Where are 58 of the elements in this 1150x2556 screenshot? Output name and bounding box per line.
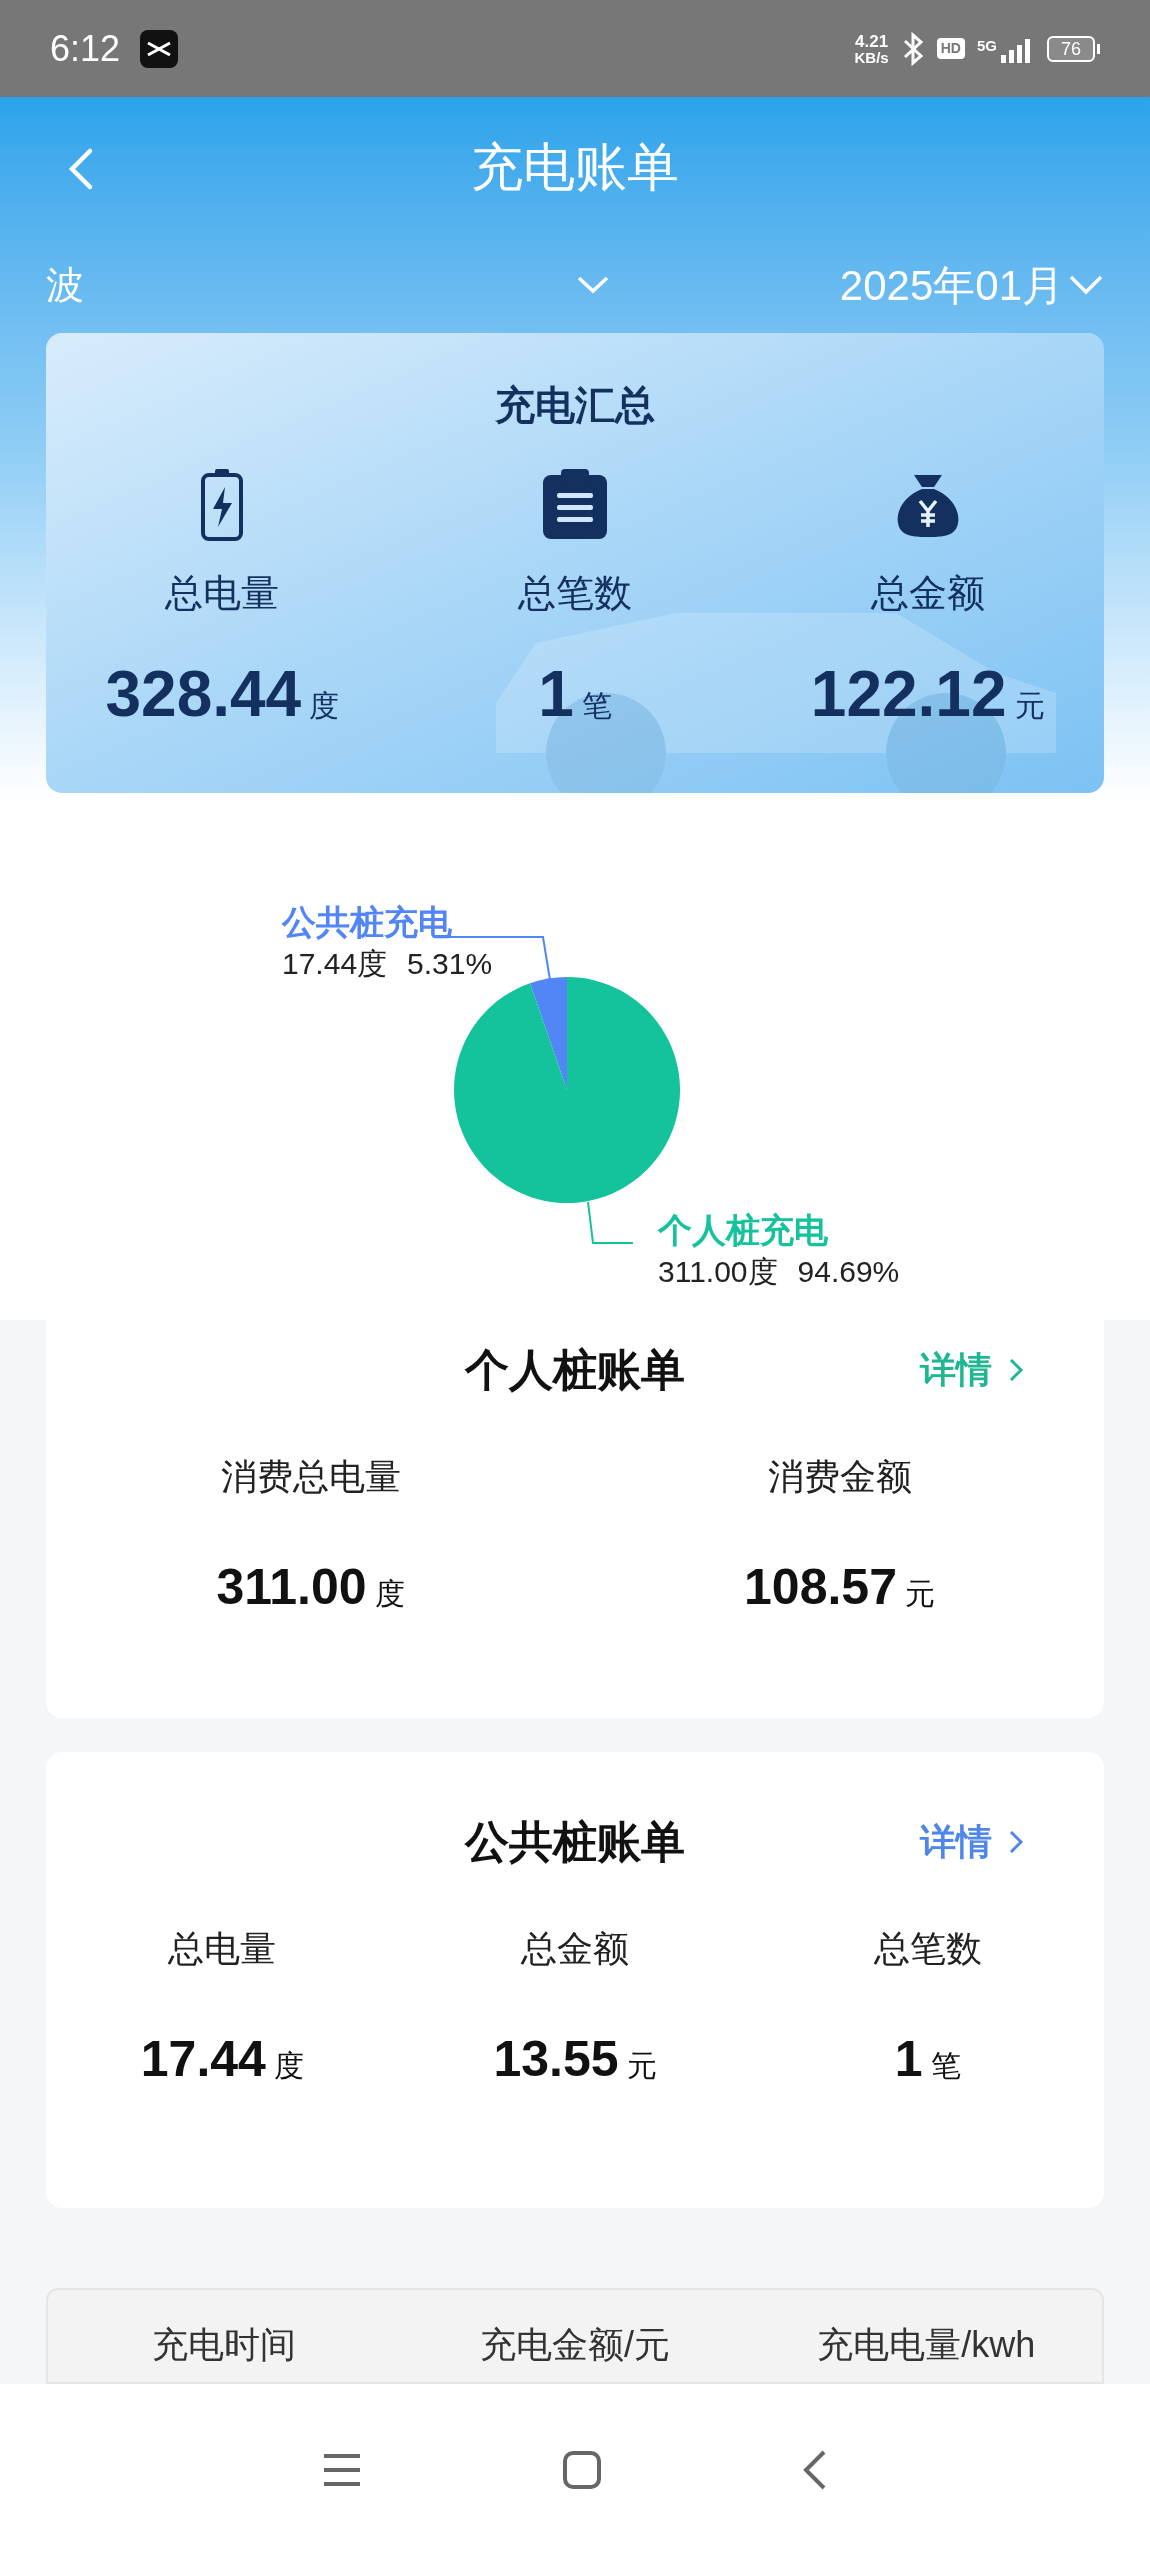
details-link[interactable]: 详情 bbox=[920, 1815, 1024, 1869]
battery-icon bbox=[199, 467, 246, 543]
net-speed: 4.21 bbox=[855, 32, 889, 50]
summary-label: 总金额 bbox=[870, 571, 985, 616]
bill-label: 消费总电量 bbox=[220, 1455, 401, 1499]
value: 122.12 bbox=[810, 657, 1007, 732]
value: 328.44 bbox=[105, 657, 302, 732]
summary-label: 总笔数 bbox=[518, 571, 632, 616]
unit: 元 bbox=[1014, 688, 1045, 724]
unit: 笔 bbox=[581, 688, 612, 724]
bill-title: 公共桩账单 bbox=[465, 1816, 685, 1868]
chevron-right-icon bbox=[1008, 1829, 1024, 1855]
slice-percent: 5.31% bbox=[407, 946, 493, 982]
chevron-right-icon bbox=[1008, 1357, 1024, 1383]
column-header: 充电电量/kwh bbox=[816, 2323, 1037, 2367]
bill-title: 个人桩账单 bbox=[465, 1344, 685, 1396]
hd-badge: HD bbox=[936, 38, 965, 59]
column-header: 充电金额/元 bbox=[479, 2323, 671, 2367]
clipboard-icon bbox=[541, 469, 609, 541]
vehicle-selector[interactable]: 波 bbox=[46, 256, 840, 314]
bill-label: 总笔数 bbox=[873, 1927, 982, 1971]
bill-label: 总金额 bbox=[521, 1927, 629, 1971]
leader-line bbox=[587, 1201, 634, 1244]
slice-percent: 94.69% bbox=[797, 1254, 900, 1290]
summary-title: 充电汇总 bbox=[495, 382, 655, 429]
slice-amount: 17.44度 bbox=[282, 946, 388, 982]
menu-icon[interactable] bbox=[322, 2452, 362, 2488]
bill-label: 总电量 bbox=[168, 1927, 277, 1971]
slice-label: 个人桩充电 bbox=[658, 1210, 829, 1251]
back-icon[interactable] bbox=[802, 2449, 828, 2491]
value: 108.57 bbox=[744, 1558, 897, 1617]
slice-label: 公共桩充电 bbox=[282, 902, 453, 943]
value: 1 bbox=[538, 657, 574, 732]
network-type: 5G bbox=[976, 35, 997, 56]
unit: 笔 bbox=[930, 2048, 961, 2084]
home-icon[interactable] bbox=[562, 2450, 602, 2490]
app-icon bbox=[140, 29, 179, 68]
battery-level: 76 bbox=[1046, 35, 1095, 62]
summary-label: 总电量 bbox=[165, 571, 280, 616]
value: 311.00 bbox=[216, 1558, 367, 1617]
chevron-down-icon bbox=[575, 275, 610, 295]
unit: 元 bbox=[904, 1576, 935, 1612]
details-link[interactable]: 详情 bbox=[920, 1343, 1024, 1397]
column-header: 充电时间 bbox=[150, 2323, 297, 2367]
unit: 度 bbox=[309, 688, 340, 724]
value: 17.44 bbox=[140, 2030, 266, 2089]
page-title: 充电账单 bbox=[471, 137, 679, 198]
unit: 元 bbox=[626, 2048, 657, 2084]
value: 1 bbox=[894, 2030, 923, 2089]
month-selector[interactable]: 2025年01月 bbox=[839, 253, 1104, 317]
slice-amount: 311.00度 bbox=[658, 1254, 778, 1290]
clock: 6:12 bbox=[50, 26, 121, 71]
value: 13.55 bbox=[493, 2030, 619, 2089]
unit: 度 bbox=[273, 2048, 304, 2084]
bill-label: 消费金额 bbox=[767, 1455, 912, 1499]
chevron-down-icon bbox=[1068, 274, 1104, 296]
unit: 度 bbox=[374, 1576, 405, 1612]
net-speed-unit: KB/s bbox=[854, 49, 889, 65]
